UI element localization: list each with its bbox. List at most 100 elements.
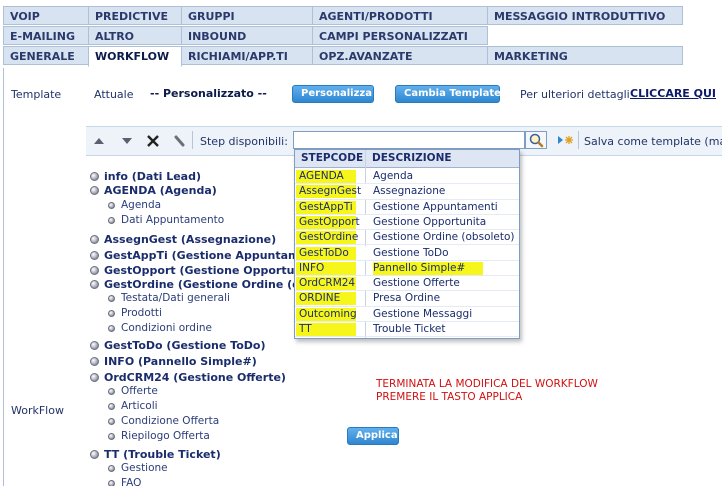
dropdown-row[interactable]: OrdCRM24 Gestione Offerte	[295, 276, 519, 292]
bullet-icon	[108, 402, 115, 410]
workflow-label: WorkFlow	[11, 404, 64, 417]
workflow-step[interactable]: AGENDA (Agenda)	[90, 184, 217, 197]
workflow-step[interactable]: GestAppTi (Gestione Appuntamen	[90, 249, 315, 262]
workflow-step[interactable]: AssegnGest (Assegnazione)	[90, 233, 276, 246]
arrow-up-icon[interactable]	[92, 134, 106, 148]
workflow-step[interactable]: GestOrdine (Gestione Ordine (obs	[90, 278, 314, 291]
tab-marketing[interactable]: MARKETING	[487, 46, 683, 65]
workflow-substep[interactable]: Prodotti	[108, 307, 162, 319]
pencil-icon[interactable]	[173, 134, 187, 148]
dropdown-header: STEPCODE DESCRIZIONE	[295, 150, 519, 168]
current-template-label: Attuale	[94, 88, 134, 101]
tab-predictive[interactable]: PREDICTIVE	[88, 6, 182, 25]
close-icon[interactable]	[146, 134, 160, 148]
workflow-substep[interactable]: Dati Appuntamento	[108, 214, 224, 226]
tab-altro[interactable]: ALTRO	[88, 26, 182, 45]
apply-button[interactable]: Applica	[347, 427, 399, 445]
dropdown-stepcode: GestOpport	[296, 215, 360, 229]
dropdown-stepcode: TT	[296, 323, 356, 336]
dropdown-row[interactable]: GestOrdine Gestione Ordine (obsoleto)	[295, 230, 519, 246]
bullet-icon	[108, 432, 115, 440]
workflow-step[interactable]: TT (Trouble Ticket)	[90, 448, 221, 461]
workflow-substep[interactable]: Offerte	[108, 385, 158, 397]
workflow-step[interactable]: OrdCRM24 (Gestione Offerte)	[90, 371, 286, 384]
arrow-down-icon[interactable]	[120, 134, 134, 148]
tab-e-mailing[interactable]: E-MAILING	[3, 26, 89, 45]
workflow-substep[interactable]: Condizione Offerta	[108, 415, 219, 427]
workflow-substep[interactable]: Gestione	[108, 462, 168, 474]
tab-gruppi[interactable]: GRUPPI	[181, 6, 313, 25]
workflow-step-label: GestOrdine (Gestione Ordine (obs	[104, 278, 315, 291]
bullet-icon	[90, 373, 99, 382]
tab-inbound[interactable]: INBOUND	[181, 26, 313, 45]
dropdown-row[interactable]: AssegnGest Assegnazione	[295, 184, 519, 200]
current-template-value: -- Personalizzato --	[150, 87, 267, 100]
workflow-step-label: GestToDo (Gestione ToDo)	[104, 339, 266, 352]
workflow-substep[interactable]: FAQ	[108, 477, 141, 486]
dropdown-stepcode: GestToDo	[296, 246, 356, 260]
workflow-substep[interactable]: Testata/Dati generali	[108, 292, 230, 304]
workflow-step-label: AssegnGest (Assegnazione)	[104, 233, 277, 246]
dropdown-row[interactable]: AGENDA Agenda	[295, 169, 519, 185]
workflow-step-label: GestAppTi (Gestione Appuntamen	[104, 249, 315, 262]
dropdown-row[interactable]: INFO Pannello Simple#	[295, 261, 519, 277]
details-link[interactable]: CLICCARE QUI	[630, 87, 716, 100]
apply-notice-line-2: PREMERE IL TASTO APPLICA	[376, 391, 523, 403]
workflow-step-label: Articoli	[121, 400, 158, 412]
dropdown-stepcode: ORDINE	[296, 292, 356, 306]
dropdown-row[interactable]: TT Trouble Ticket	[295, 322, 519, 338]
workflow-step[interactable]: info (Dati Lead)	[90, 170, 201, 183]
workflow-step[interactable]: GestToDo (Gestione ToDo)	[90, 339, 266, 352]
dropdown-row[interactable]: GestOpport Gestione Opportunita	[295, 214, 519, 231]
workflow-step-label: Offerte	[121, 385, 158, 397]
workflow-substep[interactable]: Condizioni ordine	[108, 322, 212, 334]
tab-generale[interactable]: GENERALE	[3, 46, 89, 65]
panel-border	[3, 68, 4, 486]
steps-dropdown: STEPCODE DESCRIZIONE AGENDA Agenda AssegnG…	[294, 149, 520, 339]
workflow-step-label: GestOpport (Gestione Opportunit	[104, 264, 312, 277]
bullet-icon	[90, 251, 99, 260]
bullet-icon	[90, 341, 99, 350]
column-descrizione: DESCRIZIONE	[372, 152, 452, 164]
steps-input[interactable]	[293, 131, 525, 149]
bullet-icon	[108, 417, 115, 425]
bullet-icon	[90, 450, 99, 459]
bullet-icon	[108, 479, 115, 486]
workflow-step-label: INFO (Pannello Simple#)	[104, 355, 257, 368]
customize-button[interactable]: Personalizza	[292, 85, 374, 103]
search-icon[interactable]	[525, 131, 547, 149]
dropdown-row[interactable]: GestToDo Gestione ToDo	[295, 245, 519, 261]
change-template-button[interactable]: Cambia Template	[395, 85, 501, 103]
workflow-step[interactable]: GestOpport (Gestione Opportunit	[90, 264, 311, 277]
dropdown-row[interactable]: ORDINE Presa Ordine	[295, 291, 519, 307]
tab-agenti-prodotti[interactable]: AGENTI/PRODOTTI	[312, 6, 488, 25]
dropdown-description: Gestione ToDo	[373, 246, 449, 259]
bullet-icon	[90, 280, 99, 289]
workflow-substep[interactable]: Riepilogo Offerta	[108, 430, 210, 442]
workflow-substep[interactable]: Agenda	[108, 199, 161, 211]
add-step-icon[interactable]	[556, 133, 576, 150]
dropdown-stepcode: AssegnGest	[296, 185, 361, 199]
template-label: Template	[11, 88, 62, 101]
workflow-step[interactable]: INFO (Pannello Simple#)	[90, 355, 257, 368]
dropdown-stepcode: GestAppTi	[296, 200, 356, 214]
workflow-substep[interactable]: Articoli	[108, 400, 158, 412]
bullet-icon	[108, 294, 115, 302]
save-as-template[interactable]: Salva come template (max	[584, 135, 722, 148]
tab-opz-avanzate[interactable]: OPZ.AVANZATE	[312, 46, 488, 65]
dropdown-stepcode: INFO	[296, 261, 356, 275]
dropdown-row[interactable]: GestAppTi Gestione Appuntamenti	[295, 200, 519, 215]
tab-messaggio-introduttivo[interactable]: MESSAGGIO INTRODUTTIVO	[487, 6, 683, 25]
dropdown-description: Gestione Ordine (obsoleto)	[373, 231, 515, 244]
bullet-icon	[108, 216, 115, 224]
tab-workflow[interactable]: WORKFLOW	[88, 46, 182, 67]
bullet-icon	[108, 464, 115, 472]
workflow-step-label: Testata/Dati generali	[121, 292, 230, 304]
tab-campi-personalizzati[interactable]: CAMPI PERSONALIZZATI	[312, 26, 488, 45]
tab-richiami-app-ti[interactable]: RICHIAMI/APP.TI	[181, 46, 313, 65]
workflow-step-label: Gestione	[121, 462, 168, 474]
dropdown-description: Trouble Ticket	[373, 323, 446, 335]
dropdown-description: Gestione Offerte	[373, 277, 460, 290]
dropdown-row[interactable]: Outcoming Gestione Messaggi	[295, 306, 519, 322]
tab-voip[interactable]: VOIP	[3, 6, 89, 25]
